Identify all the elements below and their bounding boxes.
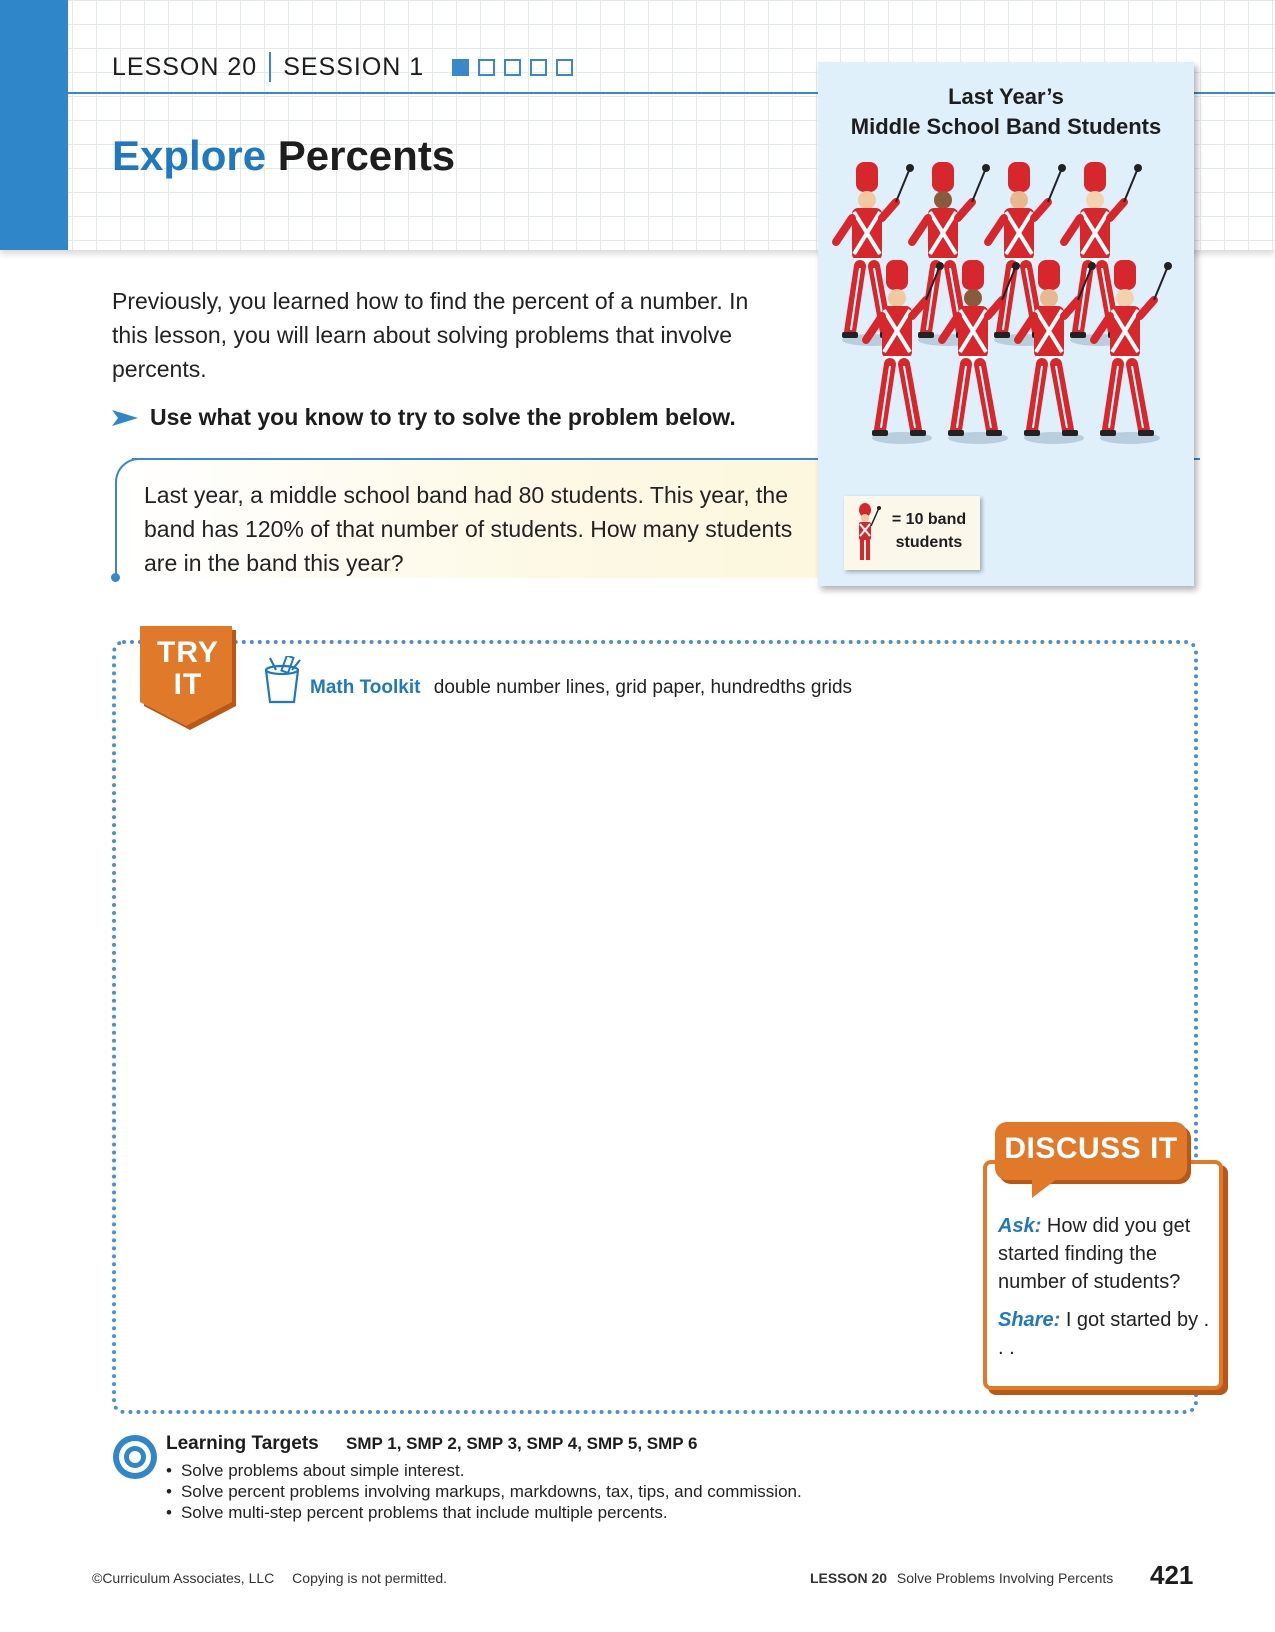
session-box-4 [530,58,548,76]
lesson-label: LESSON 20 [112,52,258,81]
page-title: Explore Percents [112,132,455,180]
session-label: SESSION 1 [283,52,425,81]
learning-targets-heading: Learning Targets SMP 1, SMP 2, SMP 3, SM… [166,1433,698,1455]
figure-key: = 10 band students [844,496,980,570]
learning-target-item: Solve percent problems involving markups… [166,1481,802,1502]
page-title-explore: Explore [112,132,267,179]
footer-copyright: ©Curriculum Associates, LLC Copying is n… [92,1570,447,1586]
discuss-it-tail [1032,1178,1058,1198]
learning-targets-list: Solve problems about simple interest. So… [166,1460,802,1523]
figure-title-line2: Middle School Band Students [850,114,1162,139]
discuss-it-title: DISCUSS IT [1004,1132,1178,1165]
learning-target-item: Solve multi-step percent problems that i… [166,1502,802,1523]
lesson-separator [269,52,272,82]
session-box-2 [478,58,496,76]
problem-text: Last year, a middle school band had 80 s… [144,482,793,576]
learning-target-item: Solve problems about simple interest. [166,1460,802,1481]
footer-lesson-label: LESSON 20 [810,1570,888,1586]
problem-dot [111,573,120,582]
session-box-1 [452,58,470,76]
key-line1: = 10 band [891,511,967,528]
session-box-5 [556,58,574,76]
directive-text: Use what you know to try to solve the pr… [150,404,736,430]
band-member-key-icon [859,503,881,560]
figure-title-line1: Last Year’s [948,84,1064,109]
discuss-it-body: Ask: How did you get started finding the… [998,1212,1213,1362]
learning-target-icon [113,1435,157,1479]
arrow-right-icon [112,409,138,426]
session-progress [452,58,574,76]
band-figure-card: Last Year’s Middle School Band Students … [818,62,1194,586]
discuss-share: Share: I got started by . . . [998,1306,1213,1362]
copy-notice: Copying is not permitted. [292,1570,448,1586]
footer-lesson: LESSON 20 Solve Problems Involving Perce… [810,1570,1113,1586]
lesson-session-line: LESSON 20 SESSION 1 [112,52,574,82]
directive: Use what you know to try to solve the pr… [112,404,736,431]
math-toolkit-cup-icon [264,656,301,704]
band-students-illustration [832,162,1172,444]
try-it-label: TRY IT [140,637,236,701]
discuss-ask: Ask: How did you get started finding the… [998,1212,1213,1296]
math-toolkit: Math Toolkit double number lines, grid p… [310,677,852,699]
footer-lesson-title: Solve Problems Involving Percents [896,1570,1114,1586]
try-it-line2: IT [173,668,203,701]
figure-title: Last Year’s Middle School Band Students [818,82,1194,142]
ask-label: Ask: [998,1215,1042,1237]
intro-text: Previously, you learned how to find the … [112,288,749,382]
math-toolkit-items: double number lines, grid paper, hundred… [433,677,853,698]
lesson-color-stripe [0,0,68,250]
try-it-line1: TRY [157,636,219,669]
page-number: 421 [1150,1560,1194,1590]
math-toolkit-label: Math Toolkit [310,677,421,698]
page-title-topic: Percents [277,132,456,179]
share-label: Share: [998,1309,1061,1331]
session-box-3 [504,58,522,76]
copyright-text: ©Curriculum Associates, LLC [92,1570,275,1586]
figure-key-text: = 10 band students [884,508,974,554]
key-line2: students [895,534,963,551]
learning-targets-title: Learning Targets [166,1433,319,1454]
learning-targets-smp: SMP 1, SMP 2, SMP 3, SMP 4, SMP 5, SMP 6 [346,1434,698,1453]
